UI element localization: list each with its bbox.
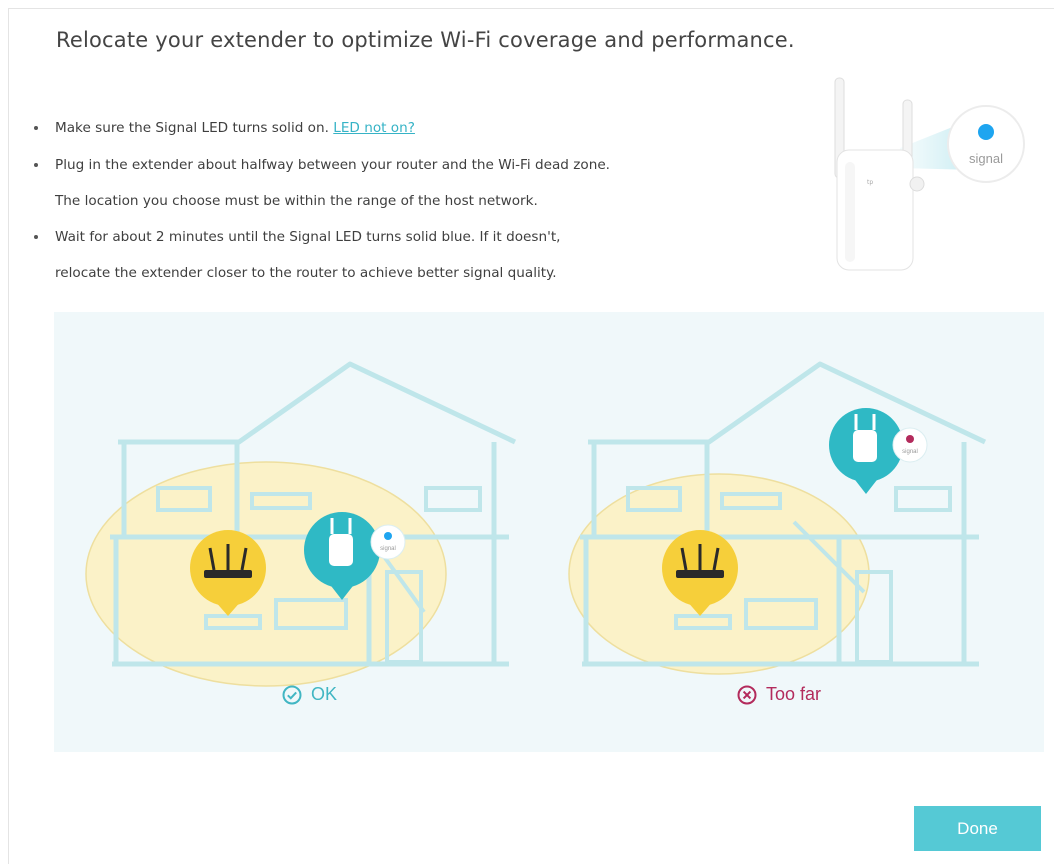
check-circle-icon [282, 685, 302, 704]
instruction-text-line2: The location you choose must be within t… [55, 193, 538, 209]
signal-label-ok: signal [380, 546, 396, 552]
signal-led-ok-icon [384, 532, 392, 540]
router-icon [676, 544, 724, 578]
instruction-text: Wait for about 2 minutes until the Signa… [55, 229, 561, 245]
signal-bubble-far [892, 427, 928, 463]
status-ok-label: OK [311, 684, 338, 704]
extender-button [909, 176, 925, 192]
extender-pin-tip [852, 476, 880, 494]
houses-illustration: signal signal [85, 361, 987, 687]
router-icon [204, 544, 252, 578]
instruction-item: Plug in the extender about halfway betwe… [34, 147, 794, 219]
house-ok: signal [85, 361, 517, 687]
signal-led-icon [978, 124, 994, 140]
instruction-item: Wait for about 2 minutes until the Signa… [34, 219, 794, 291]
instruction-item: Make sure the Signal LED turns solid on.… [34, 110, 794, 147]
house-too-far: signal [568, 361, 987, 675]
extender-device-image: tp signal [834, 77, 1025, 271]
x-circle-icon [737, 685, 757, 704]
extender-side [845, 162, 855, 262]
done-button[interactable]: Done [914, 806, 1041, 851]
signal-bubble-ok [370, 524, 406, 560]
bullet-dot [34, 126, 38, 130]
signal-led-bad-icon [906, 435, 914, 443]
brand-mark: tp [867, 179, 873, 186]
status-ok: OK [282, 684, 337, 705]
status-too-far-label: Too far [766, 684, 822, 704]
status-too-far: Too far [737, 684, 821, 705]
led-not-on-link[interactable]: LED not on? [333, 120, 415, 136]
bullet-dot [34, 235, 38, 239]
instruction-text-line2: relocate the extender closer to the rout… [55, 265, 557, 281]
dialog-title: Relocate your extender to optimize Wi-Fi… [56, 28, 795, 52]
bullet-dot [34, 163, 38, 167]
instruction-text: Plug in the extender about halfway betwe… [55, 157, 611, 173]
instruction-text: Make sure the Signal LED turns solid on. [55, 120, 334, 136]
signal-bubble [947, 105, 1025, 183]
placement-illustration-panel: signal signal [54, 312, 1044, 752]
signal-label-far: signal [902, 449, 918, 455]
signal-bubble-label: signal [969, 151, 1003, 166]
instruction-list: Make sure the Signal LED turns solid on.… [34, 110, 794, 291]
